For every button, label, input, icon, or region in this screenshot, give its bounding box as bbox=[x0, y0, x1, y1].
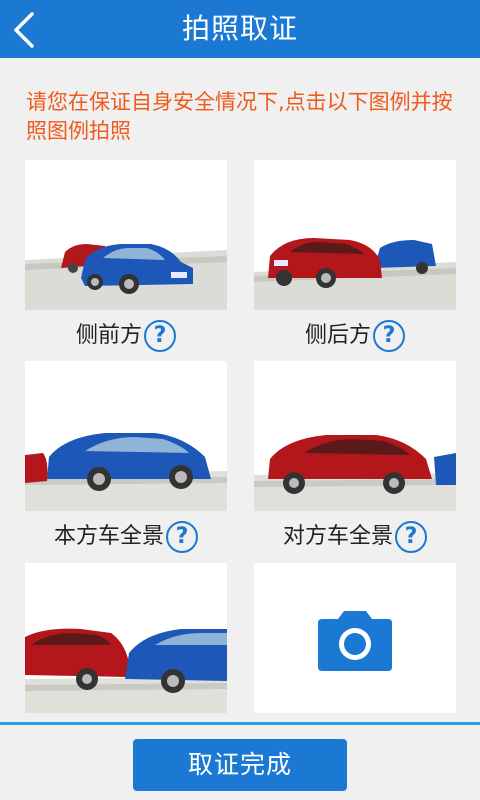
finish-evidence-button[interactable]: 取证完成 bbox=[133, 739, 347, 791]
photo-tile-own-vehicle[interactable] bbox=[25, 361, 227, 511]
header-bar: 拍照取证 bbox=[0, 0, 480, 58]
photo-tile-other-vehicle[interactable] bbox=[254, 361, 456, 511]
take-photo-tile[interactable] bbox=[254, 563, 456, 713]
help-question-icon[interactable]: ? bbox=[166, 521, 198, 553]
photo-tile-collision-point[interactable] bbox=[25, 563, 227, 713]
label-own-vehicle: 本方车全景 bbox=[53, 524, 164, 549]
front-side-example-image bbox=[25, 160, 227, 310]
other-vehicle-example-image bbox=[254, 361, 456, 511]
caption-other-vehicle[interactable]: 对方车全景? bbox=[242, 517, 468, 557]
photo-tile-front-side[interactable] bbox=[25, 160, 227, 310]
page-title: 拍照取证 bbox=[181, 12, 298, 45]
label-front-side: 侧前方 bbox=[75, 323, 142, 348]
safety-notice: 请您在保证自身安全情况下,点击以下图例并按照图例拍照 bbox=[26, 90, 453, 143]
collision-point-example-image bbox=[25, 563, 227, 713]
caption-front-side[interactable]: 侧前方? bbox=[13, 316, 239, 356]
help-question-icon[interactable]: ? bbox=[395, 521, 427, 553]
caption-own-vehicle[interactable]: 本方车全景? bbox=[13, 517, 239, 557]
help-question-icon[interactable]: ? bbox=[373, 320, 405, 352]
help-question-icon[interactable]: ? bbox=[144, 320, 176, 352]
rear-side-example-image bbox=[254, 160, 456, 310]
label-other-vehicle: 对方车全景 bbox=[282, 524, 393, 549]
label-rear-side: 侧后方 bbox=[304, 323, 371, 348]
caption-rear-side[interactable]: 侧后方? bbox=[242, 316, 468, 356]
photo-tile-rear-side[interactable] bbox=[254, 160, 456, 310]
own-vehicle-example-image bbox=[25, 361, 227, 511]
camera-icon bbox=[254, 563, 456, 713]
